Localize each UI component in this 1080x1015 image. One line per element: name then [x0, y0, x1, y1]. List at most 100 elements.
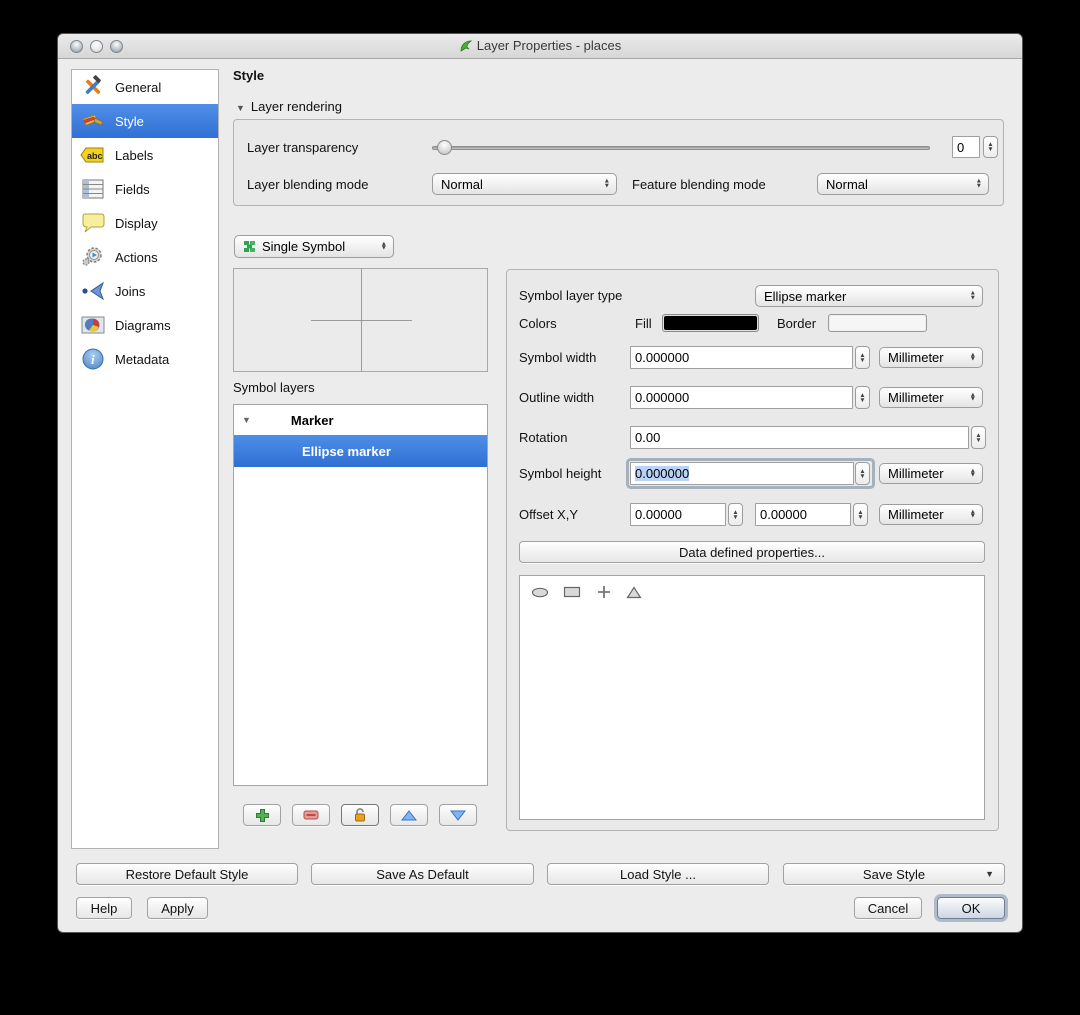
sidebar-item-diagrams[interactable]: Diagrams [72, 308, 218, 342]
help-button[interactable]: Help [76, 897, 132, 919]
rotation-field[interactable]: 0.00 [630, 426, 969, 449]
remove-symbol-layer-button[interactable] [292, 804, 330, 826]
move-layer-down-button[interactable] [439, 804, 477, 826]
offset-y-stepper[interactable]: ▲▼ [853, 503, 868, 526]
offset-x-field[interactable]: 0.00000 [630, 503, 726, 526]
transparency-slider-handle[interactable] [437, 140, 452, 155]
outline-width-field[interactable]: 0.000000 [630, 386, 853, 409]
tree-marker-label: Marker [291, 413, 334, 428]
symbol-width-field[interactable]: 0.000000 [630, 346, 853, 369]
sidebar-item-display[interactable]: Display [72, 206, 218, 240]
sidebar-item-label: Diagrams [115, 318, 171, 333]
move-layer-up-button[interactable] [390, 804, 428, 826]
save-as-default-button[interactable]: Save As Default [311, 863, 534, 885]
sidebar-item-fields[interactable]: Fields [72, 172, 218, 206]
shape-ellipse-option[interactable] [528, 582, 552, 602]
offset-x-stepper[interactable]: ▲▼ [728, 503, 743, 526]
down-triangle-icon [450, 810, 466, 821]
menu-arrow-icon: ▼ [985, 869, 994, 879]
data-defined-properties-button[interactable]: Data defined properties... [519, 541, 985, 563]
rotation-stepper[interactable]: ▲▼ [971, 426, 986, 449]
tree-disclosure-icon[interactable]: ▼ [242, 415, 251, 425]
disclosure-triangle-icon[interactable]: ▼ [236, 103, 245, 113]
shape-cross-option[interactable] [592, 582, 616, 602]
fill-color-swatch [664, 316, 757, 330]
popup-arrows-icon: ▲▼ [976, 180, 982, 189]
layer-rendering-section[interactable]: ▼Layer rendering [236, 99, 342, 114]
symbol-height-unit-select[interactable]: Millimeter▲▼ [879, 463, 983, 484]
rotation-label: Rotation [519, 430, 567, 445]
layer-rendering-groupbox: Layer transparency 0 ▲▼ Layer blending m… [233, 119, 1004, 206]
layer-transparency-label: Layer transparency [247, 140, 358, 155]
table-icon [80, 176, 106, 202]
restore-default-style-button[interactable]: Restore Default Style [76, 863, 298, 885]
symbol-height-stepper[interactable]: ▲▼ [855, 462, 870, 485]
sidebar-item-style[interactable]: Style [72, 104, 218, 138]
layer-blending-mode-select[interactable]: Normal▲▼ [432, 173, 617, 195]
transparency-stepper[interactable]: ▲▼ [983, 136, 998, 158]
sidebar-item-joins[interactable]: Joins [72, 274, 218, 308]
sidebar: General Style abc Labels Fields Display … [71, 69, 219, 849]
svg-text:i: i [91, 352, 95, 367]
symbol-preview [233, 268, 488, 372]
shape-picker [519, 575, 985, 820]
shape-triangle-option[interactable] [622, 582, 646, 602]
symbol-layer-type-select[interactable]: Ellipse marker▲▼ [755, 285, 983, 307]
outline-width-unit-select[interactable]: Millimeter▲▼ [879, 387, 983, 408]
symbol-height-label: Symbol height [519, 466, 601, 481]
window-title: Layer Properties - places [58, 38, 1022, 53]
join-arrow-icon [80, 278, 106, 304]
rectangle-shape-icon [563, 586, 581, 598]
abc-tag-icon: abc [80, 142, 106, 168]
tree-item-ellipse-marker[interactable]: Ellipse marker [234, 435, 487, 467]
apply-button[interactable]: Apply [147, 897, 208, 919]
layer-blending-mode-label: Layer blending mode [247, 177, 368, 192]
sidebar-item-label: Display [115, 216, 158, 231]
fill-color-button[interactable] [662, 314, 759, 332]
sidebar-item-metadata[interactable]: i Metadata [72, 342, 218, 376]
symbol-layer-properties-groupbox: Symbol layer type Ellipse marker▲▼ Color… [506, 269, 999, 831]
offset-xy-label: Offset X,Y [519, 507, 578, 522]
sidebar-item-actions[interactable]: Actions [72, 240, 218, 274]
transparency-slider-track[interactable] [432, 146, 930, 150]
popup-arrows-icon: ▲▼ [970, 393, 976, 402]
tools-icon [80, 74, 106, 100]
popup-arrows-icon: ▲▼ [970, 469, 976, 478]
layer-properties-window: Layer Properties - places General Style … [57, 33, 1023, 933]
sidebar-item-label: General [115, 80, 161, 95]
popup-arrows-icon: ▲▼ [381, 242, 387, 251]
load-style-button[interactable]: Load Style ... [547, 863, 769, 885]
transparency-value-field[interactable]: 0 [952, 136, 980, 158]
add-symbol-layer-button[interactable] [243, 804, 281, 826]
sidebar-item-labels[interactable]: abc Labels [72, 138, 218, 172]
symbol-height-field[interactable]: 0.000000 [630, 462, 854, 485]
title-bar[interactable]: Layer Properties - places [58, 34, 1022, 59]
offset-y-field[interactable]: 0.00000 [755, 503, 851, 526]
symbol-width-label: Symbol width [519, 350, 596, 365]
symbol-layer-type-label: Symbol layer type [519, 288, 622, 303]
info-icon: i [80, 346, 106, 372]
cancel-button[interactable]: Cancel [854, 897, 922, 919]
lock-symbol-layer-button[interactable] [341, 804, 379, 826]
tree-item-marker[interactable]: ▼ Marker [234, 405, 487, 435]
symbol-width-stepper[interactable]: ▲▼ [855, 346, 870, 369]
border-color-button[interactable] [828, 314, 927, 332]
cross-shape-icon [597, 585, 611, 599]
sidebar-item-general[interactable]: General [72, 70, 218, 104]
feature-blending-mode-select[interactable]: Normal▲▼ [817, 173, 989, 195]
page-title: Style [233, 68, 264, 83]
paintbrush-icon [80, 108, 106, 134]
minus-icon [303, 810, 319, 820]
sidebar-item-label: Fields [115, 182, 150, 197]
outline-width-stepper[interactable]: ▲▼ [855, 386, 870, 409]
save-style-menu-button[interactable]: Save Style ▼ [783, 863, 1005, 885]
renderer-type-select[interactable]: Single Symbol▲▼ [234, 235, 394, 258]
ok-button[interactable]: OK [937, 897, 1005, 919]
offset-unit-select[interactable]: Millimeter▲▼ [879, 504, 983, 525]
feature-blending-mode-label: Feature blending mode [632, 177, 766, 192]
symbol-width-unit-select[interactable]: Millimeter▲▼ [879, 347, 983, 368]
border-color-swatch [830, 316, 925, 330]
shape-rectangle-option[interactable] [560, 582, 584, 602]
sidebar-item-label: Metadata [115, 352, 169, 367]
popup-arrows-icon: ▲▼ [970, 292, 976, 301]
